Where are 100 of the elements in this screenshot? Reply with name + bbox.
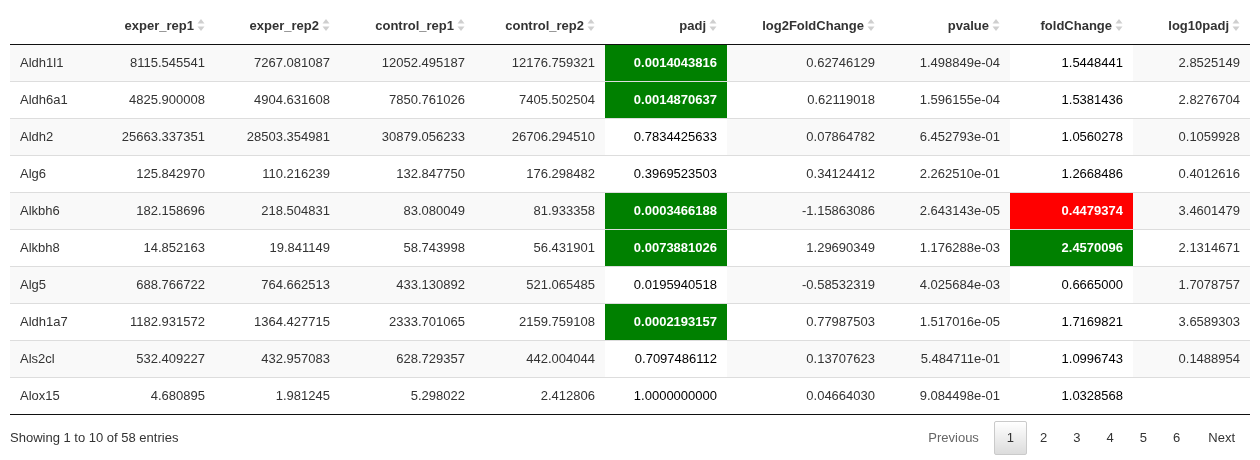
table-cell: 0.1059928 [1133, 118, 1250, 155]
table-cell: 1.596155e-04 [885, 81, 1010, 118]
table-cell: 1.176288e-03 [885, 229, 1010, 266]
table-cell: 26706.294510 [475, 118, 605, 155]
table-cell: 19.841149 [215, 229, 340, 266]
table-cell: 0.7097486112 [605, 340, 727, 377]
table-cell: 0.13707623 [727, 340, 885, 377]
table-cell: 2.643143e-05 [885, 192, 1010, 229]
table-cell: 0.6665000 [1010, 266, 1133, 303]
table-cell: 0.77987503 [727, 303, 885, 340]
page-button[interactable]: 3 [1060, 421, 1094, 455]
table-cell: 688.766722 [100, 266, 215, 303]
table-cell: 2.412806 [475, 377, 605, 414]
table-cell: 3.4601479 [1133, 192, 1250, 229]
table-cell: 0.62746129 [727, 44, 885, 81]
column-header[interactable]: pvalue [947, 15, 989, 35]
table-cell: 2.8525149 [1133, 44, 1250, 81]
table-cell: 628.729357 [340, 340, 475, 377]
table-cell: 5.298022 [340, 377, 475, 414]
table-cell: 6.452793e-01 [885, 118, 1010, 155]
column-header[interactable]: log2FoldChange [762, 15, 864, 35]
page-button[interactable]: 4 [1093, 421, 1127, 455]
highlighted-cell: 2.4570096 [1010, 229, 1133, 266]
column-header[interactable]: control_rep1 [375, 15, 454, 35]
table-cell: 25663.337351 [100, 118, 215, 155]
table-cell: 7850.761026 [340, 81, 475, 118]
table-cell: 1364.427715 [215, 303, 340, 340]
sort-icon [867, 18, 875, 33]
highlighted-cell: 0.4479374 [1010, 192, 1133, 229]
page-button[interactable]: 1 [993, 421, 1028, 455]
page-button[interactable]: 5 [1126, 421, 1161, 455]
column-header[interactable]: padj [679, 15, 706, 35]
table-cell: 1.29690349 [727, 229, 885, 266]
table-cell: 1.498849e-04 [885, 44, 1010, 81]
gene-cell: Alkbh6 [10, 192, 100, 229]
table-cell: 110.216239 [215, 155, 340, 192]
gene-cell: Alkbh8 [10, 229, 100, 266]
table-cell: 0.04664030 [727, 377, 885, 414]
page-button[interactable]: 2 [1027, 421, 1061, 455]
sort-icon [322, 18, 330, 33]
highlighted-cell: 0.0003466188 [605, 192, 727, 229]
table-cell: 8115.545541 [100, 44, 215, 81]
table-cell: 4.680895 [100, 377, 215, 414]
table-cell: 2.262510e-01 [885, 155, 1010, 192]
table-cell: 9.084498e-01 [885, 377, 1010, 414]
table-cell: 81.933358 [475, 192, 605, 229]
gene-cell: Aldh1a7 [10, 303, 100, 340]
table-cell: 2159.759108 [475, 303, 605, 340]
table-cell: 28503.354981 [215, 118, 340, 155]
table-cell: 1182.931572 [100, 303, 215, 340]
gene-cell: Aldh2 [10, 118, 100, 155]
table-cell: 0.62119018 [727, 81, 885, 118]
table-cell: 12176.759321 [475, 44, 605, 81]
table-cell: 5.484711e-01 [885, 340, 1010, 377]
table-cell: 182.158696 [100, 192, 215, 229]
table-cell: 4.025684e-03 [885, 266, 1010, 303]
table-cell: 0.1488954 [1133, 340, 1250, 377]
gene-cell: Aldh1l1 [10, 44, 100, 81]
column-header[interactable]: exper_rep1 [124, 15, 194, 35]
column-header[interactable]: log10padj [1168, 15, 1229, 35]
sort-icon [197, 18, 205, 33]
table-cell: -0.58532319 [727, 266, 885, 303]
highlighted-cell: 0.0014870637 [605, 81, 727, 118]
table-cell: 4904.631608 [215, 81, 340, 118]
table-cell: 2.1314671 [1133, 229, 1250, 266]
table-cell: 125.842970 [100, 155, 215, 192]
column-header[interactable]: control_rep2 [505, 15, 584, 35]
table-cell: 218.504831 [215, 192, 340, 229]
table-cell: 132.847750 [340, 155, 475, 192]
column-header[interactable]: foldChange [1040, 15, 1112, 35]
page-button[interactable]: 6 [1160, 421, 1194, 455]
gene-cell: Alg5 [10, 266, 100, 303]
table-cell: 56.431901 [475, 229, 605, 266]
sort-icon [992, 18, 1000, 33]
table-cell: 1.5448441 [1010, 44, 1133, 81]
pagination-nav-button[interactable]: Next [1193, 421, 1250, 455]
table-cell: 1.7169821 [1010, 303, 1133, 340]
table-cell: 1.5381436 [1010, 81, 1133, 118]
table-cell: 7405.502504 [475, 81, 605, 118]
gene-cell: Alg6 [10, 155, 100, 192]
table-cell: 0.3969523503 [605, 155, 727, 192]
table-cell: 1.0560278 [1010, 118, 1133, 155]
table-cell: 1.2668486 [1010, 155, 1133, 192]
table-cell: 58.743998 [340, 229, 475, 266]
entries-info: Showing 1 to 10 of 58 entries [10, 429, 179, 448]
sort-icon [587, 18, 595, 33]
column-header[interactable]: exper_rep2 [249, 15, 319, 35]
table-cell: 83.080049 [340, 192, 475, 229]
table-cell: 1.7078757 [1133, 266, 1250, 303]
sort-icon [709, 18, 717, 33]
table-cell: 14.852163 [100, 229, 215, 266]
table-cell: 432.957083 [215, 340, 340, 377]
table-cell: 0.4012616 [1133, 155, 1250, 192]
highlighted-cell: 0.0014043816 [605, 44, 727, 81]
table-cell: 4825.900008 [100, 81, 215, 118]
table-cell: 2.8276704 [1133, 81, 1250, 118]
table-cell: 0.0195940518 [605, 266, 727, 303]
table-cell: 0.34124412 [727, 155, 885, 192]
gene-cell: Als2cl [10, 340, 100, 377]
highlighted-cell: 0.0073881026 [605, 229, 727, 266]
